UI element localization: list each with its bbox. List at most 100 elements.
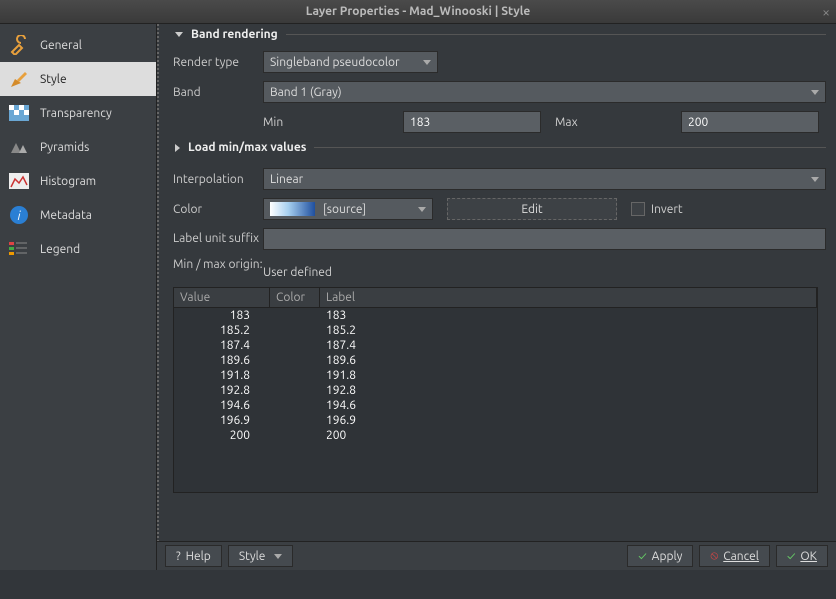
section-label: Band rendering <box>191 28 278 41</box>
invert-label: Invert <box>651 203 683 216</box>
cell-color <box>270 428 320 443</box>
minmax-origin-label: Min / max origin: <box>173 258 263 272</box>
edit-button[interactable]: Edit <box>447 198 617 220</box>
cell-label: 189.6 <box>320 353 817 368</box>
table-row[interactable]: 194.6 194.6 <box>174 398 817 413</box>
sidebar: General Style Transparency Pyramids Hist… <box>0 24 157 570</box>
label-unit-suffix-label: Label unit suffix <box>173 232 263 246</box>
sidebar-item-label: Legend <box>40 243 80 256</box>
color-ramp-swatch <box>270 202 315 216</box>
sidebar-item-metadata[interactable]: i Metadata <box>0 198 156 232</box>
interpolation-label: Interpolation <box>173 173 263 186</box>
band-combo[interactable]: Band 1 (Gray) <box>263 81 826 103</box>
cell-label: 183 <box>320 308 817 323</box>
minmax-origin-value: User defined <box>263 258 332 279</box>
label-unit-suffix-input[interactable] <box>263 228 826 250</box>
cell-value: 192.8 <box>174 383 270 398</box>
apply-button[interactable]: ✓ Apply <box>627 545 693 567</box>
cell-color <box>270 413 320 428</box>
combo-value: Linear <box>270 173 303 186</box>
cell-value: 200 <box>174 428 270 443</box>
min-label: Min <box>263 116 403 129</box>
sidebar-item-legend[interactable]: Legend <box>0 232 156 266</box>
cell-color <box>270 398 320 413</box>
table-row[interactable]: 189.6189.6 <box>174 353 817 368</box>
wrench-icon <box>8 34 30 56</box>
min-input[interactable] <box>403 111 541 133</box>
cell-label: 194.6 <box>320 398 817 413</box>
table-row[interactable]: 187.4187.4 <box>174 338 817 353</box>
cancel-button[interactable]: ⦸ Cancel <box>699 545 770 567</box>
cell-value: 185.2 <box>174 323 270 338</box>
sidebar-item-general[interactable]: General <box>0 28 156 62</box>
combo-value: Singleband pseudocolor <box>270 56 400 69</box>
histogram-icon <box>8 170 30 192</box>
transparency-icon <box>8 102 30 124</box>
chevron-down-icon <box>175 32 183 37</box>
check-icon: ✓ <box>787 550 795 563</box>
cell-value: 191.8 <box>174 368 270 383</box>
sidebar-item-label: Pyramids <box>40 141 89 154</box>
cell-color <box>270 338 320 353</box>
cell-label: 192.8 <box>320 383 817 398</box>
sidebar-item-label: Style <box>40 73 67 86</box>
invert-checkbox[interactable] <box>631 202 645 216</box>
dialog-footer: ? Help Style ✓ Apply ⦸ Cancel ✓ OK <box>157 541 836 570</box>
ok-button[interactable]: ✓ OK <box>776 545 828 567</box>
cell-color <box>270 308 320 323</box>
sidebar-item-label: General <box>40 39 82 52</box>
chevron-down-icon <box>274 554 282 559</box>
col-header-value[interactable]: Value <box>174 288 270 307</box>
sidebar-item-style[interactable]: Style <box>0 62 156 96</box>
section-band-rendering[interactable]: Band rendering <box>165 24 826 47</box>
cell-value: 187.4 <box>174 338 270 353</box>
cell-color <box>270 323 320 338</box>
titlebar: Layer Properties - Mad_Winooski | Style … <box>0 0 836 24</box>
pyramids-icon <box>8 136 30 158</box>
sidebar-item-transparency[interactable]: Transparency <box>0 96 156 130</box>
table-row[interactable]: 185.2 185.2 <box>174 323 817 338</box>
max-input[interactable] <box>681 111 819 133</box>
cell-color <box>270 353 320 368</box>
table-row[interactable]: 200200 <box>174 428 817 443</box>
table-header: Value Color Label <box>174 288 817 308</box>
info-icon: i <box>8 204 30 226</box>
interpolation-combo[interactable]: Linear <box>263 168 826 190</box>
section-load-minmax[interactable]: Load min/max values <box>165 137 826 160</box>
table-row[interactable]: 183 183 <box>174 308 817 323</box>
combo-value: Band 1 (Gray) <box>270 86 342 99</box>
cancel-icon: ⦸ <box>710 549 718 563</box>
cell-label: 191.8 <box>320 368 817 383</box>
style-menu-button[interactable]: Style <box>228 545 294 567</box>
table-row[interactable]: 191.8 191.8 <box>174 368 817 383</box>
legend-icon <box>8 238 30 260</box>
band-label: Band <box>173 86 263 99</box>
cell-value: 194.6 <box>174 398 270 413</box>
col-header-color[interactable]: Color <box>270 288 320 307</box>
cell-value: 183 <box>174 308 270 323</box>
chevron-down-icon <box>423 60 431 65</box>
close-icon[interactable]: × <box>822 4 830 20</box>
section-label: Load min/max values <box>188 141 306 154</box>
chevron-right-icon <box>175 144 180 152</box>
sidebar-item-label: Histogram <box>40 175 96 188</box>
render-type-label: Render type <box>173 56 263 69</box>
main-panel: Band rendering Render type Singleband ps… <box>157 24 836 570</box>
sidebar-item-histogram[interactable]: Histogram <box>0 164 156 198</box>
sidebar-item-pyramids[interactable]: Pyramids <box>0 130 156 164</box>
cell-label: 185.2 <box>320 323 817 338</box>
color-map-table[interactable]: Value Color Label 183183185.2185.2187.41… <box>173 287 818 493</box>
help-button[interactable]: ? Help <box>165 545 222 567</box>
render-type-combo[interactable]: Singleband pseudocolor <box>263 51 438 73</box>
check-icon: ✓ <box>638 550 646 563</box>
table-row[interactable]: 192.8 192.8 <box>174 383 817 398</box>
col-header-label[interactable]: Label <box>320 288 817 307</box>
brush-icon <box>8 68 30 90</box>
help-icon: ? <box>176 550 181 563</box>
color-ramp-combo[interactable]: [source] <box>263 198 433 220</box>
window-title: Layer Properties - Mad_Winooski | Style <box>0 5 836 18</box>
sidebar-item-label: Transparency <box>40 107 112 120</box>
table-row[interactable]: 196.9196.9 <box>174 413 817 428</box>
cell-label: 196.9 <box>320 413 817 428</box>
chevron-down-icon <box>811 177 819 182</box>
